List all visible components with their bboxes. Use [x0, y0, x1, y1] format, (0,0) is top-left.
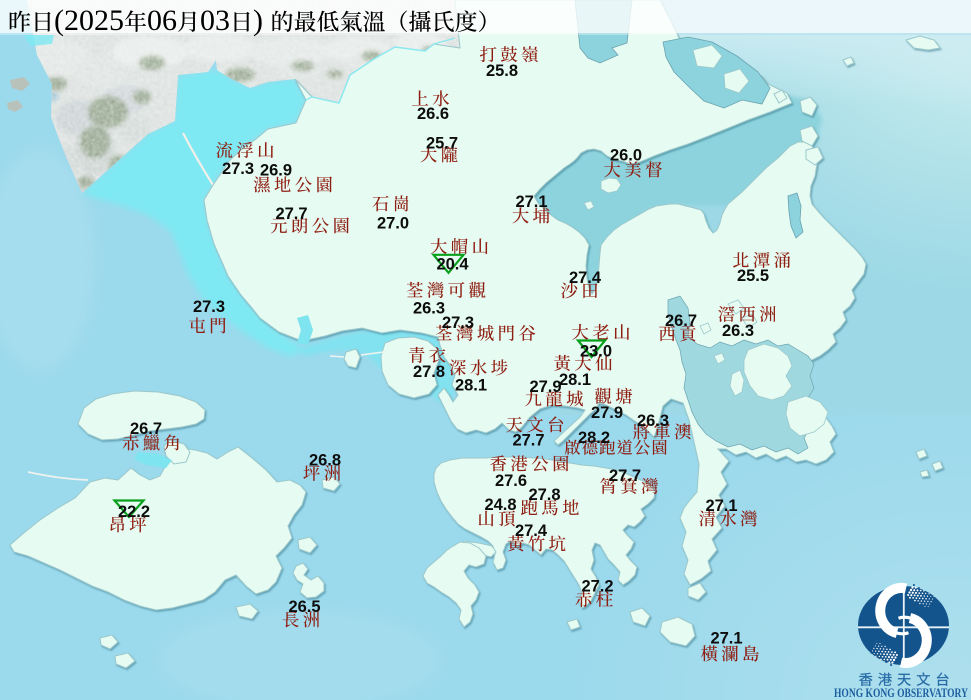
svg-text:26.3: 26.3 — [413, 300, 445, 318]
svg-text:26.7: 26.7 — [130, 420, 162, 438]
svg-text:27.0: 27.0 — [377, 215, 409, 233]
svg-text:2025: 2025 — [64, 4, 124, 37]
svg-text:20.4: 20.4 — [436, 255, 469, 273]
svg-text:27.3: 27.3 — [442, 314, 474, 332]
svg-text:27.4: 27.4 — [515, 522, 548, 540]
svg-text:03: 03 — [200, 4, 230, 37]
svg-text:25.8: 25.8 — [486, 62, 518, 80]
svg-text:27.9: 27.9 — [591, 404, 623, 422]
svg-text:28.1: 28.1 — [455, 377, 487, 395]
svg-text:26.7: 26.7 — [665, 312, 697, 330]
svg-text:27.1: 27.1 — [705, 497, 737, 515]
svg-text:27.3: 27.3 — [222, 160, 254, 178]
svg-text:28.1: 28.1 — [559, 371, 591, 389]
svg-text:27.2: 27.2 — [581, 578, 613, 596]
svg-text:27.7: 27.7 — [512, 432, 544, 450]
svg-text:27.7: 27.7 — [609, 467, 641, 485]
svg-text:25.7: 25.7 — [426, 135, 458, 153]
svg-text:27.8: 27.8 — [528, 486, 560, 504]
svg-text:24.8: 24.8 — [484, 496, 516, 514]
svg-text:27.3: 27.3 — [193, 298, 225, 316]
svg-text:26.6: 26.6 — [417, 105, 449, 123]
svg-text:27.9: 27.9 — [529, 378, 561, 396]
svg-text:28.2: 28.2 — [578, 429, 610, 447]
svg-text:23.0: 23.0 — [580, 343, 612, 361]
svg-text:22.2: 22.2 — [118, 503, 150, 521]
svg-text:27.8: 27.8 — [413, 363, 445, 381]
svg-text:26.0: 26.0 — [610, 147, 642, 165]
svg-text:27.4: 27.4 — [569, 269, 602, 287]
svg-text:HONG KONG OBSERVATORY: HONG KONG OBSERVATORY — [834, 686, 968, 700]
svg-text:27.6: 27.6 — [495, 472, 527, 490]
svg-text:): ) — [253, 4, 263, 37]
svg-text:(: ( — [54, 4, 64, 37]
svg-text:25.5: 25.5 — [737, 267, 769, 285]
svg-text:06: 06 — [147, 4, 177, 37]
svg-text:26.3: 26.3 — [637, 412, 669, 430]
svg-text:27.7: 27.7 — [275, 205, 307, 223]
svg-text:27.1: 27.1 — [515, 193, 547, 211]
svg-text:27.1: 27.1 — [710, 630, 742, 648]
svg-text:26.3: 26.3 — [722, 322, 754, 340]
svg-text:26.9: 26.9 — [260, 162, 292, 180]
svg-text:26.8: 26.8 — [309, 452, 341, 470]
svg-text:26.5: 26.5 — [288, 598, 320, 616]
